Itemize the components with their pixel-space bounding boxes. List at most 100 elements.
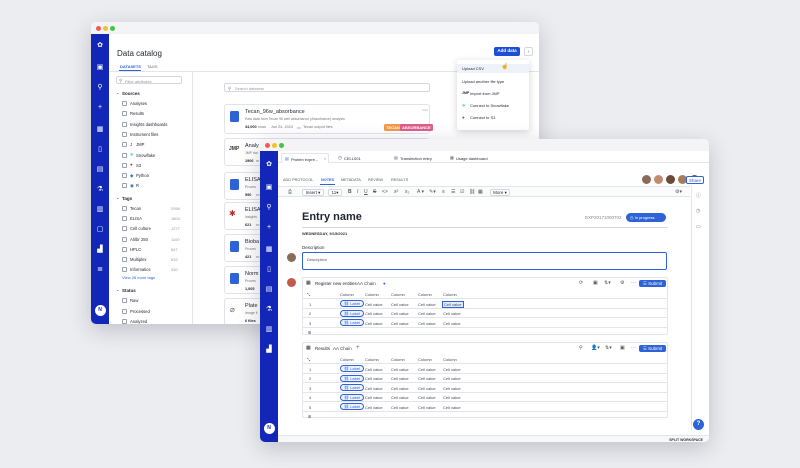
tab-metadata[interactable]: METADATA [341, 178, 361, 182]
help-button[interactable]: ? [693, 419, 704, 430]
collaborator-avatar[interactable] [654, 175, 663, 184]
close-window-dot[interactable] [265, 142, 270, 148]
tag-checkbox[interactable] [122, 267, 127, 273]
underline-icon[interactable]: U [364, 189, 368, 195]
person-icon[interactable]: 👤▾ [591, 345, 600, 351]
entity-label-chip[interactable]: ⛓ Label [340, 365, 364, 372]
column-header[interactable]: Column [391, 292, 405, 297]
maximize-window-dot[interactable] [110, 25, 115, 31]
numbered-list-icon[interactable]: ☰ [451, 189, 455, 195]
superscript-icon[interactable]: x² [394, 189, 398, 195]
table-cell[interactable]: Cell value [443, 405, 461, 410]
table-cell[interactable]: Cell value [443, 386, 461, 391]
table-cell[interactable]: Cell value [365, 311, 383, 316]
close-window-dot[interactable] [96, 25, 101, 31]
comment-icon[interactable]: ▭ [696, 224, 701, 230]
tab-notes[interactable]: NOTES [321, 178, 334, 182]
upload-csv-item[interactable]: Upload CSV [462, 66, 484, 71]
source-checkbox[interactable] [122, 142, 127, 148]
checklist-icon[interactable]: ☑ [460, 189, 464, 195]
add-row-icon[interactable]: ⊞ [308, 414, 311, 419]
dataset-card[interactable]: Tecan_96w_absorbance Raw data from Tecan … [224, 104, 433, 134]
split-workspace-button[interactable]: SPLIT WORKSPACE [669, 438, 703, 442]
list-icon[interactable]: ≣ [96, 266, 104, 274]
plus-icon[interactable]: + [96, 104, 104, 112]
flask-icon[interactable]: ⚗ [96, 186, 104, 194]
entity-label-chip[interactable]: ⛓ Label [340, 319, 364, 326]
table-cell[interactable]: Cell value [391, 367, 409, 372]
table-cell[interactable]: Cell value [365, 321, 383, 326]
print-icon[interactable]: ⎙ [288, 189, 292, 195]
source-checkbox[interactable] [122, 162, 127, 168]
entity-label-chip[interactable]: ⛓ Label [340, 384, 364, 391]
minimize-window-dot[interactable] [272, 142, 277, 148]
tab-datasets[interactable]: DATASETS [120, 64, 141, 69]
column-header[interactable]: Column [365, 292, 379, 297]
tab-add-protocol[interactable]: ADD PROTOCOL [283, 178, 313, 182]
font-size-select[interactable]: 11▾ [328, 188, 342, 196]
search-icon[interactable]: ⚲ [96, 84, 104, 92]
grid-icon[interactable]: ▦ [265, 246, 273, 254]
column-header[interactable]: Column [391, 357, 405, 362]
table-cell[interactable]: Cell value [418, 386, 436, 391]
view-more-tags-link[interactable]: View 28 more tags [122, 275, 155, 280]
source-checkbox[interactable] [122, 121, 127, 127]
entity-label-chip[interactable]: ⛓ Label [340, 403, 364, 410]
user-avatar[interactable]: N [94, 305, 106, 316]
column-header[interactable]: Column [418, 292, 432, 297]
info-icon[interactable]: ⓘ [696, 192, 701, 199]
more-icon[interactable]: ⋯ [422, 107, 428, 114]
clipboard-icon[interactable]: ▣ [620, 345, 625, 351]
status-checkbox[interactable] [122, 319, 127, 324]
plus-icon[interactable]: + [265, 224, 273, 232]
strikethrough-icon[interactable]: S [373, 189, 376, 195]
table-cell[interactable]: Cell value [418, 321, 436, 326]
minimize-window-dot[interactable] [103, 25, 108, 31]
connect-snowflake-item[interactable]: Connect to Snowflake [470, 103, 509, 108]
italic-icon[interactable]: I [357, 189, 358, 195]
box-icon[interactable]: ▢ [96, 226, 104, 234]
table-cell[interactable]: Cell value [443, 311, 461, 316]
gear-icon[interactable]: ⚙▾ [675, 189, 682, 195]
table-cell[interactable]: Cell value [391, 321, 409, 326]
close-icon[interactable]: × [324, 156, 326, 161]
format-icon[interactable]: ⇅▾ [604, 280, 611, 286]
table-cell[interactable]: Cell value [365, 367, 383, 372]
dataset-search-input[interactable]: ⚲ Search datasets [224, 83, 430, 92]
add-row-icon[interactable]: ⊞ [308, 330, 311, 335]
code-icon[interactable]: <> [382, 189, 388, 195]
tag-checkbox[interactable] [122, 246, 127, 252]
database-icon[interactable]: ▤ [265, 286, 273, 294]
doc-tab-active[interactable]: ▤ Protein expre... × [281, 153, 329, 163]
table-cell[interactable]: Cell value [443, 376, 461, 381]
column-header[interactable]: Column [365, 357, 379, 362]
chevron-down-icon[interactable]: ⌄ [116, 90, 119, 95]
link-icon[interactable]: ⛓ [469, 189, 475, 195]
chart-icon[interactable]: ▟ [265, 346, 273, 354]
table-cell[interactable]: Cell value [391, 395, 409, 400]
source-checkbox[interactable] [122, 131, 127, 137]
source-checkbox[interactable] [122, 173, 127, 179]
source-checkbox[interactable] [122, 152, 127, 158]
table-cell[interactable]: Cell value [391, 386, 409, 391]
column-header[interactable]: Column [418, 357, 432, 362]
status-checkbox[interactable] [122, 298, 127, 303]
insert-button[interactable]: Insert ▾ [302, 188, 324, 196]
doc-tab-cell001[interactable]: CELL001 [344, 156, 361, 161]
refresh-icon[interactable]: ⟳ [579, 280, 583, 286]
status-badge[interactable]: ◷ In progress [626, 213, 666, 222]
clipboard-icon[interactable]: ▣ [593, 280, 598, 286]
text-color-icon[interactable]: A ▾ [417, 189, 424, 195]
import-jmp-item[interactable]: Import from JMP [470, 91, 500, 96]
entity-label-chip[interactable]: ⛓ Label [340, 300, 364, 307]
tab-review[interactable]: REVIEW [368, 178, 383, 182]
column-header[interactable]: Column [340, 292, 354, 297]
connect-s3-item[interactable]: Connect to S3 [470, 115, 495, 120]
tag-checkbox[interactable] [122, 226, 127, 232]
register-submit-button[interactable]: ☰ Submit [639, 280, 666, 287]
table-cell[interactable]: Cell value [418, 302, 436, 307]
table-cell[interactable]: Cell value [391, 376, 409, 381]
table-cell[interactable]: Cell value [443, 395, 461, 400]
bullet-list-icon[interactable]: ≡ [442, 189, 445, 195]
entity-label-chip[interactable]: ⛓ Label [340, 393, 364, 401]
